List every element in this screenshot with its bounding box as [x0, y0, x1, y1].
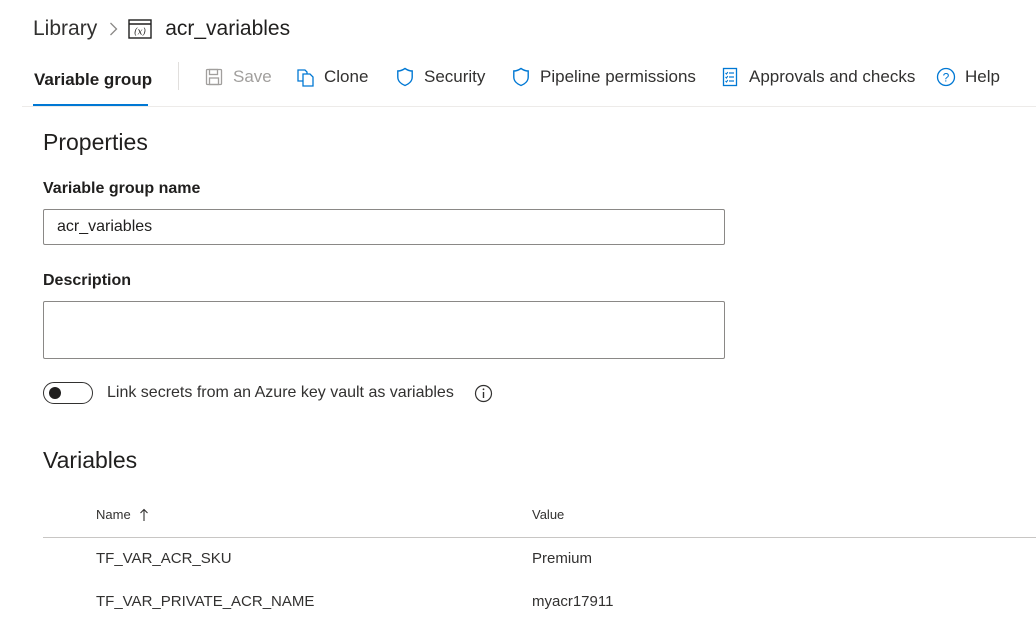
variables-heading: Variables [43, 447, 138, 473]
variable-name: TF_VAR_PRIVATE_ACR_NAME [96, 593, 315, 610]
description-label: Description [43, 272, 132, 289]
breadcrumb-current: acr_variables [165, 17, 291, 40]
checklist-icon [720, 67, 740, 87]
toolbar: Variable group Save Clone Security Pipel… [22, 56, 1036, 107]
clone-icon [295, 67, 315, 87]
tab-variable-group-label: Variable group [34, 70, 153, 89]
clone-label: Clone [324, 67, 369, 86]
variables-table: Name Value TF_VAR_ACR_SKU Premium TF_VAR… [43, 495, 1036, 624]
approvals-and-checks-label: Approvals and checks [749, 67, 916, 86]
name-column-label: Name [96, 507, 131, 522]
variable-value: myacr17911 [532, 593, 614, 610]
pipeline-permissions-label: Pipeline permissions [540, 67, 696, 86]
table-row[interactable]: TF_VAR_ACR_SKU Premium [43, 538, 1036, 581]
help-button[interactable]: ? Help [936, 56, 1000, 98]
arrow-up-icon [139, 508, 149, 522]
svg-text:(x): (x) [134, 27, 147, 38]
keyvault-toggle[interactable] [43, 382, 93, 404]
clone-button[interactable]: Clone [295, 56, 368, 98]
variable-value: Premium [532, 550, 593, 567]
active-tab-indicator [33, 104, 148, 106]
pipeline-permissions-button[interactable]: Pipeline permissions [511, 56, 696, 98]
variable-group-name-input[interactable] [43, 209, 725, 245]
chevron-right-icon [109, 22, 118, 36]
approvals-and-checks-button[interactable]: Approvals and checks [720, 56, 915, 98]
table-header: Name Value [43, 495, 1036, 538]
security-label: Security [424, 67, 486, 86]
value-column-label: Value [532, 507, 565, 522]
variable-group-icon: (x) [128, 19, 152, 39]
breadcrumb: Library (x) acr_variables [33, 14, 290, 44]
variable-group-name-label: Variable group name [43, 180, 201, 197]
keyvault-toggle-label: Link secrets from an Azure key vault as … [107, 384, 454, 401]
help-label: Help [965, 67, 1000, 86]
table-row[interactable]: TF_VAR_PRIVATE_ACR_NAME myacr17911 [43, 581, 1036, 624]
save-button[interactable]: Save [204, 56, 272, 98]
shield-icon [395, 67, 415, 87]
security-button[interactable]: Security [395, 56, 485, 98]
description-input[interactable] [43, 301, 725, 359]
save-label: Save [233, 67, 272, 86]
keyvault-toggle-row: Link secrets from an Azure key vault as … [43, 380, 493, 406]
info-icon[interactable] [474, 384, 493, 403]
toolbar-divider [178, 62, 179, 90]
save-icon [204, 67, 224, 87]
variable-name: TF_VAR_ACR_SKU [96, 550, 232, 567]
toggle-knob [49, 387, 61, 399]
value-column-header: Value [532, 507, 564, 522]
name-column-header[interactable]: Name [96, 507, 149, 522]
help-icon: ? [936, 67, 956, 87]
variable-group-page: Library (x) acr_variables Variable group [0, 0, 1036, 627]
shield-icon [511, 67, 531, 87]
tab-variable-group[interactable]: Variable group [34, 56, 152, 104]
properties-heading: Properties [43, 129, 148, 155]
svg-text:?: ? [943, 71, 950, 85]
breadcrumb-library-link[interactable]: Library [33, 17, 97, 41]
